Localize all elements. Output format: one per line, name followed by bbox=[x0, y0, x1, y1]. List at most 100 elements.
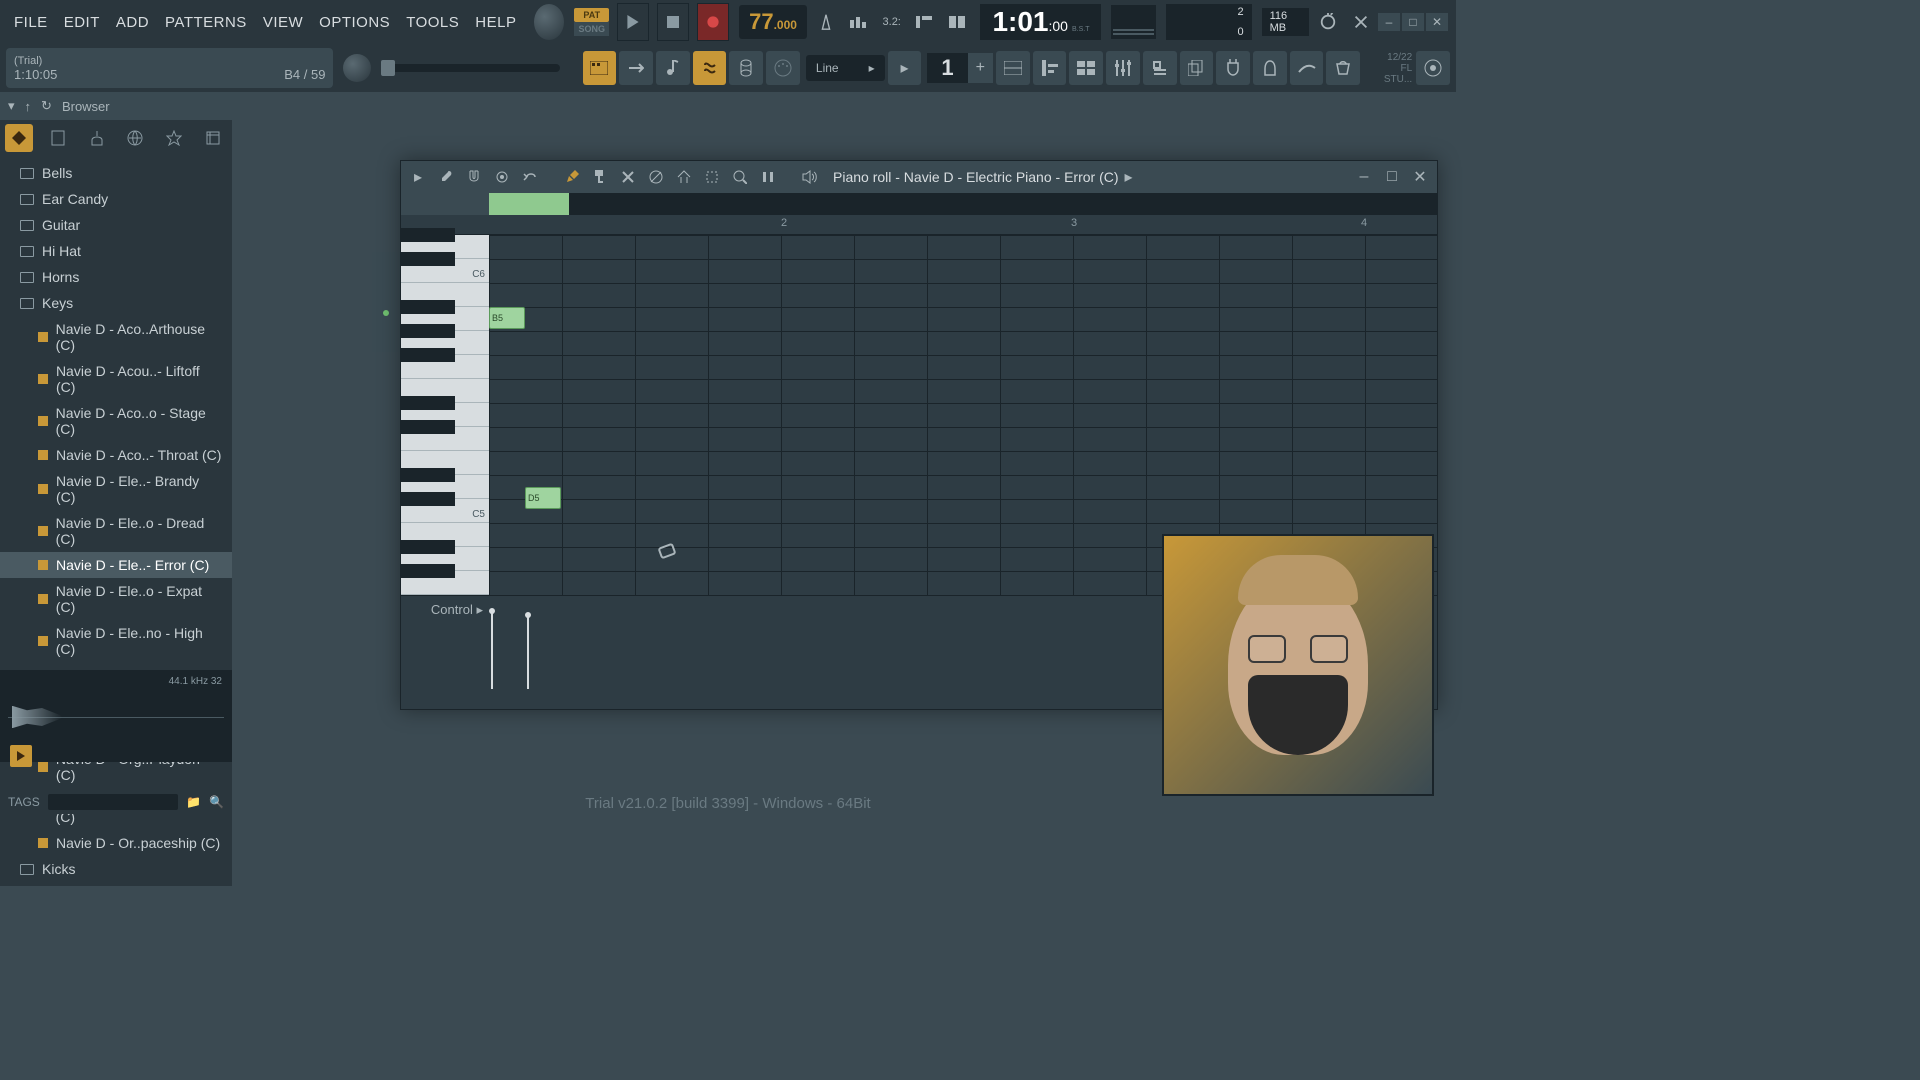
plugin-button[interactable] bbox=[1216, 51, 1250, 85]
playlist-button[interactable] bbox=[996, 51, 1030, 85]
piano-keyboard[interactable]: C6 C5 bbox=[401, 235, 489, 595]
pattern-number[interactable]: 1 bbox=[927, 53, 967, 83]
channel-rack-button[interactable] bbox=[1069, 51, 1103, 85]
record-button[interactable] bbox=[697, 3, 729, 41]
browser-tab-current[interactable] bbox=[121, 124, 149, 152]
browser-toggle-button[interactable] bbox=[1143, 51, 1177, 85]
chevron-right-icon[interactable]: ▸ bbox=[1125, 167, 1133, 187]
browser-tab-fav[interactable] bbox=[160, 124, 188, 152]
menu-patterns[interactable]: PATTERNS bbox=[159, 10, 253, 35]
preset-item[interactable]: Navie D - Ele..o - Dread (C) bbox=[0, 510, 232, 552]
preset-item[interactable]: Navie D - Aco..Arthouse (C) bbox=[0, 316, 232, 358]
step-edit-icon[interactable] bbox=[911, 6, 938, 38]
menu-options[interactable]: OPTIONS bbox=[313, 10, 396, 35]
search-icon[interactable]: 🔍 bbox=[209, 795, 224, 809]
browser-tab-all[interactable] bbox=[5, 124, 33, 152]
link-button[interactable] bbox=[619, 51, 653, 85]
stamp-icon[interactable] bbox=[491, 166, 513, 188]
main-volume-knob[interactable] bbox=[534, 4, 564, 40]
note-b5[interactable]: B5 bbox=[489, 307, 525, 329]
note-d5[interactable]: D5 bbox=[525, 487, 561, 509]
blend-icon[interactable] bbox=[944, 6, 971, 38]
pr-minimize-button[interactable]: – bbox=[1353, 166, 1375, 188]
browser-tab-plugins[interactable] bbox=[83, 124, 111, 152]
piano-roll-ruler[interactable]: 2 3 4 bbox=[401, 215, 1437, 235]
browser-tab-recent[interactable] bbox=[199, 124, 227, 152]
tempo-display[interactable]: 77 .000 bbox=[739, 5, 807, 39]
tempo-tap-button[interactable] bbox=[1253, 51, 1287, 85]
undo-history-icon[interactable] bbox=[1315, 6, 1342, 38]
wait-input-icon[interactable] bbox=[846, 6, 873, 38]
menu-help[interactable]: HELP bbox=[469, 10, 522, 35]
swoosh-icon[interactable] bbox=[1290, 51, 1324, 85]
countdown-icon[interactable]: 3.2: bbox=[878, 6, 905, 38]
maximize-button[interactable]: □ bbox=[1402, 13, 1424, 31]
folder-keys[interactable]: Keys bbox=[0, 290, 232, 316]
close-button[interactable]: ✕ bbox=[1426, 13, 1448, 31]
folder-hi-hat[interactable]: Hi Hat bbox=[0, 238, 232, 264]
midi-icon[interactable] bbox=[766, 51, 800, 85]
back-icon[interactable]: ↑ bbox=[25, 99, 32, 114]
stop-button[interactable] bbox=[657, 3, 689, 41]
mute-tool-icon[interactable] bbox=[645, 166, 667, 188]
typing-keyboard-button[interactable] bbox=[583, 51, 617, 85]
undo2-icon[interactable] bbox=[519, 166, 541, 188]
folder-kicks[interactable]: Kicks bbox=[0, 856, 232, 882]
shop-button[interactable] bbox=[1326, 51, 1360, 85]
preset-item[interactable]: Navie D - Or..paceship (C) bbox=[0, 830, 232, 856]
zoom-tool-icon[interactable] bbox=[729, 166, 751, 188]
select-tool-icon[interactable] bbox=[701, 166, 723, 188]
menu-edit[interactable]: EDIT bbox=[58, 10, 106, 35]
clone-button[interactable] bbox=[1180, 51, 1214, 85]
wrench-icon[interactable] bbox=[435, 166, 457, 188]
browser-tree[interactable]: Bells Ear Candy Guitar Hi Hat Horns Keys… bbox=[0, 156, 232, 886]
pattern-add-button[interactable]: + bbox=[968, 53, 993, 83]
play-button[interactable] bbox=[617, 3, 649, 41]
preset-item[interactable]: Navie D - Aco..o - Stage (C) bbox=[0, 400, 232, 442]
about-button[interactable] bbox=[1416, 51, 1450, 85]
channel-picker-panel[interactable] bbox=[372, 252, 400, 352]
metronome-icon[interactable] bbox=[813, 6, 840, 38]
song-position-display[interactable]: 1:01 :00 B.S.T bbox=[980, 4, 1101, 40]
pr-close-button[interactable]: ✕ bbox=[1409, 166, 1431, 188]
multilink-button[interactable] bbox=[729, 51, 763, 85]
folder-guitar[interactable]: Guitar bbox=[0, 212, 232, 238]
piano-roll-button[interactable] bbox=[1033, 51, 1067, 85]
delete-tool-icon[interactable] bbox=[617, 166, 639, 188]
preset-item[interactable]: Navie D - Aco..- Throat (C) bbox=[0, 442, 232, 468]
preview-play-button[interactable] bbox=[10, 745, 32, 767]
folder-ear-candy[interactable]: Ear Candy bbox=[0, 186, 232, 212]
slice-tool-icon[interactable] bbox=[673, 166, 695, 188]
folder-horns[interactable]: Horns bbox=[0, 264, 232, 290]
master-pitch-slider[interactable] bbox=[381, 64, 560, 72]
minimize-button[interactable]: – bbox=[1378, 13, 1400, 31]
preset-item-selected[interactable]: Navie D - Ele..- Error (C) bbox=[0, 552, 232, 578]
browser-tab-files[interactable] bbox=[44, 124, 72, 152]
preset-item[interactable]: Navie D - Ele..o - Expat (C) bbox=[0, 578, 232, 620]
note-button[interactable] bbox=[656, 51, 690, 85]
magnet-icon[interactable] bbox=[463, 166, 485, 188]
pitch-knob[interactable] bbox=[343, 54, 371, 82]
pr-menu-icon[interactable]: ▸ bbox=[407, 166, 429, 188]
snap-selector[interactable]: Line ▸ bbox=[806, 55, 885, 81]
preset-item[interactable]: Navie D - Ele..- Brandy (C) bbox=[0, 468, 232, 510]
minimap-pattern[interactable] bbox=[489, 193, 569, 215]
draw-tool-icon[interactable] bbox=[561, 166, 583, 188]
preset-item[interactable]: Navie D - Acou..- Liftoff (C) bbox=[0, 358, 232, 400]
menu-file[interactable]: FILE bbox=[8, 10, 54, 35]
preset-item[interactable]: Navie D - Ele..no - High (C) bbox=[0, 620, 232, 662]
tags-folder-icon[interactable]: 📁 bbox=[186, 795, 201, 809]
cpu-meter[interactable]: 2 0 bbox=[1166, 4, 1252, 40]
pr-maximize-button[interactable]: □ bbox=[1381, 166, 1403, 188]
menu-tools[interactable]: TOOLS bbox=[400, 10, 465, 35]
pattern-mode-button[interactable]: PAT bbox=[574, 8, 609, 22]
mixer-button[interactable] bbox=[1106, 51, 1140, 85]
song-mode-button[interactable]: SONG bbox=[574, 22, 609, 36]
pattern-prev-button[interactable]: ▸ bbox=[888, 51, 922, 85]
collapse-icon[interactable]: ▾ bbox=[8, 98, 15, 114]
piano-roll-titlebar[interactable]: ▸ Piano roll - Navie D - Electric Piano … bbox=[401, 161, 1437, 193]
playback-tool-icon[interactable] bbox=[757, 166, 779, 188]
switch-user-icon[interactable] bbox=[1347, 6, 1374, 38]
control-label[interactable]: Control ▸ bbox=[401, 596, 489, 689]
tags-input[interactable] bbox=[48, 794, 178, 810]
